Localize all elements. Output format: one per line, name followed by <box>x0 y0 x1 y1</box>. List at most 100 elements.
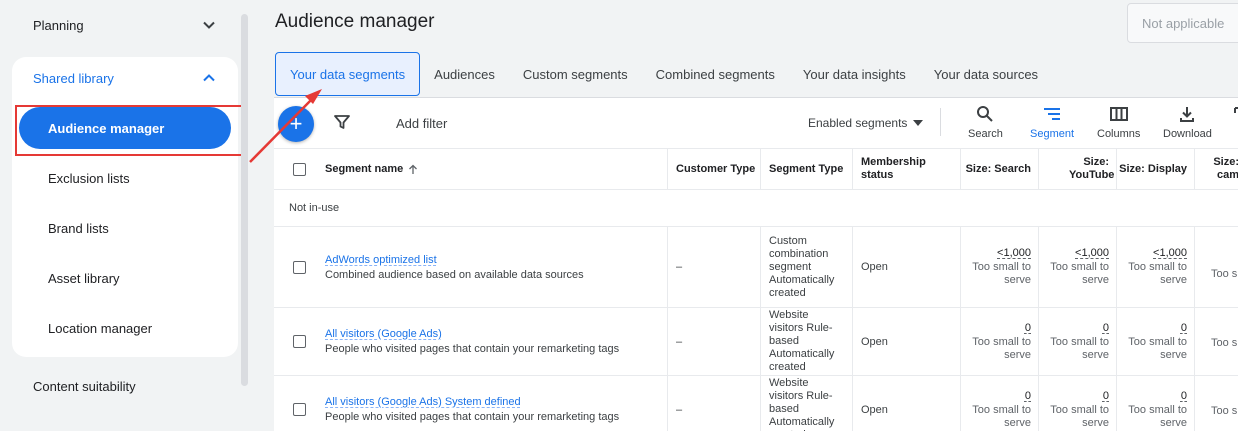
size-value: 0 <box>1024 389 1031 402</box>
sidebar-item-audience-manager[interactable]: Audience manager <box>19 107 231 149</box>
column-header-size-search[interactable]: Size: Search <box>960 149 1038 189</box>
filter-icon[interactable] <box>332 112 352 132</box>
size-campaign-cell: Too s <box>1194 376 1238 431</box>
shared-library-label: Shared library <box>33 70 114 86</box>
sidebar-item-shared-library[interactable]: Shared library <box>12 57 238 99</box>
size-youtube-cell: 0 Too small to serve <box>1038 376 1116 431</box>
column-header-segment-name[interactable]: Segment name <box>325 149 418 189</box>
size-display-cell: <1,000 Too small to serve <box>1116 227 1194 307</box>
segment-icon <box>1044 108 1061 120</box>
size-display-cell: 0 Too small to serve <box>1116 376 1194 431</box>
sidebar-item-location-manager[interactable]: Location manager <box>19 307 231 349</box>
sidebar-item-label: Content suitability <box>33 378 136 394</box>
sidebar: Planning Shared library Audience manager… <box>0 0 250 431</box>
size-value: 0 <box>1180 389 1187 402</box>
size-value: <1,000 <box>997 247 1031 259</box>
sidebar-item-exclusion-lists[interactable]: Exclusion lists <box>19 157 231 199</box>
columns-tool-button[interactable]: Columns <box>1097 104 1140 140</box>
sidebar-item-content-suitability[interactable]: Content suitability <box>12 365 238 407</box>
sidebar-planning-label: Planning <box>33 17 84 33</box>
segment-type-cell: Custom combination segment Automatically… <box>760 227 852 307</box>
tool-label: Segment <box>1030 128 1075 140</box>
plus-icon: + <box>289 111 303 136</box>
sidebar-item-label: Audience manager <box>48 120 165 136</box>
chevron-up-icon <box>203 74 215 82</box>
app-root: Planning Shared library Audience manager… <box>0 0 1238 431</box>
select-all-checkbox[interactable] <box>293 149 306 189</box>
size-campaign-cell: Too s <box>1194 308 1238 375</box>
membership-status-cell: Open <box>852 308 960 375</box>
tab-your-data-insights[interactable]: Your data insights <box>789 52 920 96</box>
segment-description: Combined audience based on available dat… <box>325 268 584 281</box>
segment-name-link[interactable]: All visitors (Google Ads) System defined <box>325 396 521 408</box>
toolbar-divider <box>940 108 941 136</box>
segment-name-link[interactable]: AdWords optimized list <box>325 254 437 266</box>
segment-description: People who visited pages that contain yo… <box>325 343 620 355</box>
membership-status-cell: Open <box>852 227 960 307</box>
download-tool-button[interactable]: Download <box>1163 104 1212 140</box>
sidebar-item-label: Exclusion lists <box>48 170 130 186</box>
sidebar-item-brand-lists[interactable]: Brand lists <box>19 207 231 249</box>
size-search-cell: <1,000 Too small to serve <box>960 227 1038 307</box>
table-row[interactable]: AdWords optimized list Combined audience… <box>274 227 1238 308</box>
size-note: Too small to serve <box>1128 261 1187 286</box>
tool-label: Columns <box>1097 128 1141 140</box>
tab-your-data-sources[interactable]: Your data sources <box>920 52 1052 96</box>
customer-type-cell: – <box>667 376 760 431</box>
segment-tool-button[interactable]: Segment <box>1030 104 1074 140</box>
size-note: Too small to serve <box>972 403 1031 429</box>
size-value: <1,000 <box>1075 247 1109 259</box>
tab-audiences[interactable]: Audiences <box>420 52 509 96</box>
sidebar-item-label: Brand lists <box>48 220 109 236</box>
table-header: Segment name Customer Type Segment Type … <box>274 148 1238 190</box>
sidebar-scrollbar[interactable] <box>241 14 248 386</box>
segment-name-link[interactable]: All visitors (Google Ads) <box>325 328 442 340</box>
customer-type-cell: – <box>667 308 760 375</box>
column-header-size-youtube[interactable]: Size: YouTube <box>1038 149 1116 189</box>
table-row[interactable]: All visitors (Google Ads) System defined… <box>274 376 1238 431</box>
add-filter-button[interactable]: Add filter <box>396 116 447 131</box>
row-checkbox[interactable] <box>293 376 306 431</box>
enabled-segments-label: Enabled segments <box>808 116 908 130</box>
column-header-size-campaign[interactable]: Size: cam <box>1194 149 1238 189</box>
size-youtube-cell: <1,000 Too small to serve <box>1038 227 1116 307</box>
column-header-segment-type[interactable]: Segment Type <box>760 149 852 189</box>
size-campaign-cell: Too s <box>1194 227 1238 307</box>
size-value: 0 <box>1180 321 1187 334</box>
row-checkbox[interactable] <box>293 227 306 307</box>
sidebar-item-planning[interactable]: Planning <box>12 0 238 50</box>
size-note: Too s <box>1211 405 1238 417</box>
shared-library-section: Shared library Audience manager Exclusio… <box>12 57 238 357</box>
dropdown-arrow-icon <box>913 120 924 126</box>
add-segment-button[interactable]: + <box>278 106 314 142</box>
expand-tool-button[interactable]: E <box>1232 104 1238 140</box>
size-value: 0 <box>1024 321 1031 334</box>
row-checkbox[interactable] <box>293 308 306 375</box>
sidebar-item-asset-library[interactable]: Asset library <box>19 257 231 299</box>
size-value: 0 <box>1102 321 1109 334</box>
size-note: Too small to serve <box>1050 403 1109 429</box>
size-note: Too small to serve <box>1128 403 1187 429</box>
tab-your-data-segments[interactable]: Your data segments <box>275 52 421 96</box>
column-header-membership-status[interactable]: Membership status <box>852 149 960 189</box>
size-note: Too small to serve <box>972 261 1031 286</box>
size-value: 0 <box>1102 389 1109 402</box>
size-search-cell: 0 Too small to serve <box>960 308 1038 375</box>
tool-label: Search <box>968 128 1003 140</box>
enabled-segments-dropdown[interactable]: Enabled segments <box>808 116 924 130</box>
search-tool-button[interactable]: Search <box>968 104 1003 140</box>
sidebar-item-label: Location manager <box>48 320 153 336</box>
size-note: Too s <box>1211 337 1238 349</box>
segment-description: People who visited pages that contain yo… <box>325 411 620 423</box>
tab-custom-segments[interactable]: Custom segments <box>509 52 642 96</box>
table-row[interactable]: All visitors (Google Ads) People who vis… <box>274 308 1238 376</box>
tab-combined-segments[interactable]: Combined segments <box>642 52 789 96</box>
segment-name-cell: All visitors (Google Ads) System defined… <box>325 376 619 431</box>
size-note: Too small to serve <box>1050 335 1109 361</box>
group-label-not-in-use: Not in-use <box>274 190 1238 227</box>
customer-type-cell: – <box>667 227 760 307</box>
column-header-size-display[interactable]: Size: Display <box>1116 149 1194 189</box>
column-header-customer-type[interactable]: Customer Type <box>667 149 760 189</box>
size-note: Too small to serve <box>972 335 1031 361</box>
segment-type-cell: Website visitors Rule-based Automaticall… <box>760 308 852 375</box>
